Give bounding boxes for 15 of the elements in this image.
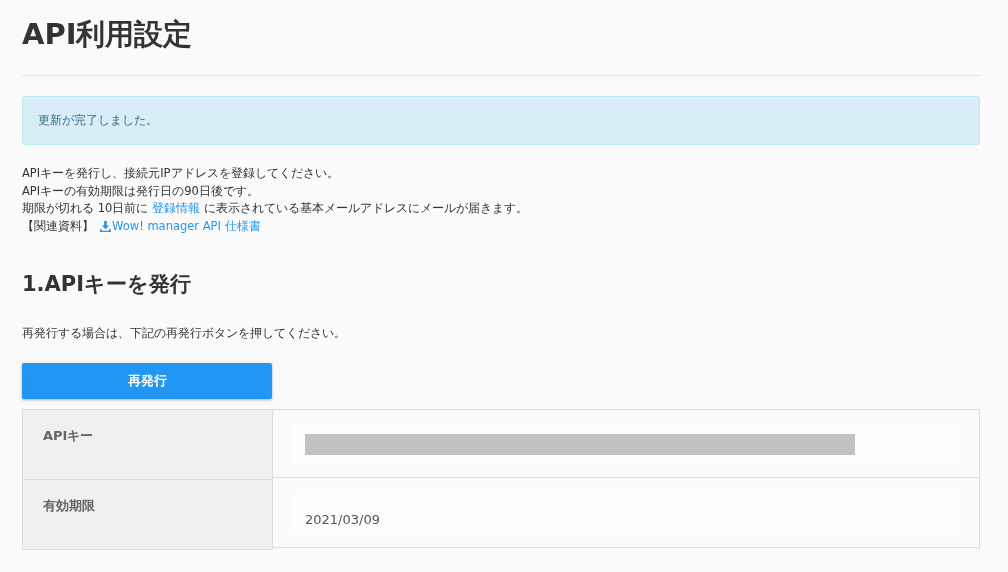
reissue-button[interactable]: 再発行 bbox=[22, 363, 272, 399]
row-label: APIキー bbox=[23, 410, 273, 480]
info-text: 期限が切れる 10日前に 登録情報 に表示されている基本メールアドレスにメールが届きます。 bbox=[22, 200, 529, 217]
download-icon bbox=[100, 220, 111, 232]
page-title: API利用設定 bbox=[22, 16, 194, 53]
instruction-text: 再発行する場合は、下記の再発行ボタンを押してください。 bbox=[22, 325, 347, 342]
related-label: 【関連資料】 bbox=[22, 217, 94, 235]
info-text: APIキーの有効期限は発行日の90日後です。 bbox=[22, 182, 260, 200]
row-label: 有効期限 bbox=[23, 480, 273, 550]
info-text: APIキーを発行し、接続元IPアドレスを登録してください。 bbox=[22, 165, 340, 182]
spec-link[interactable]: Wow! manager API 仕様書 bbox=[100, 217, 261, 235]
section-heading: 1.APIキーを発行 bbox=[22, 271, 193, 298]
success-alert: 更新が完了しました。 bbox=[22, 96, 980, 145]
registration-link[interactable]: 登録情報 bbox=[151, 201, 200, 215]
value-text: 2021/03/09 bbox=[305, 511, 380, 527]
